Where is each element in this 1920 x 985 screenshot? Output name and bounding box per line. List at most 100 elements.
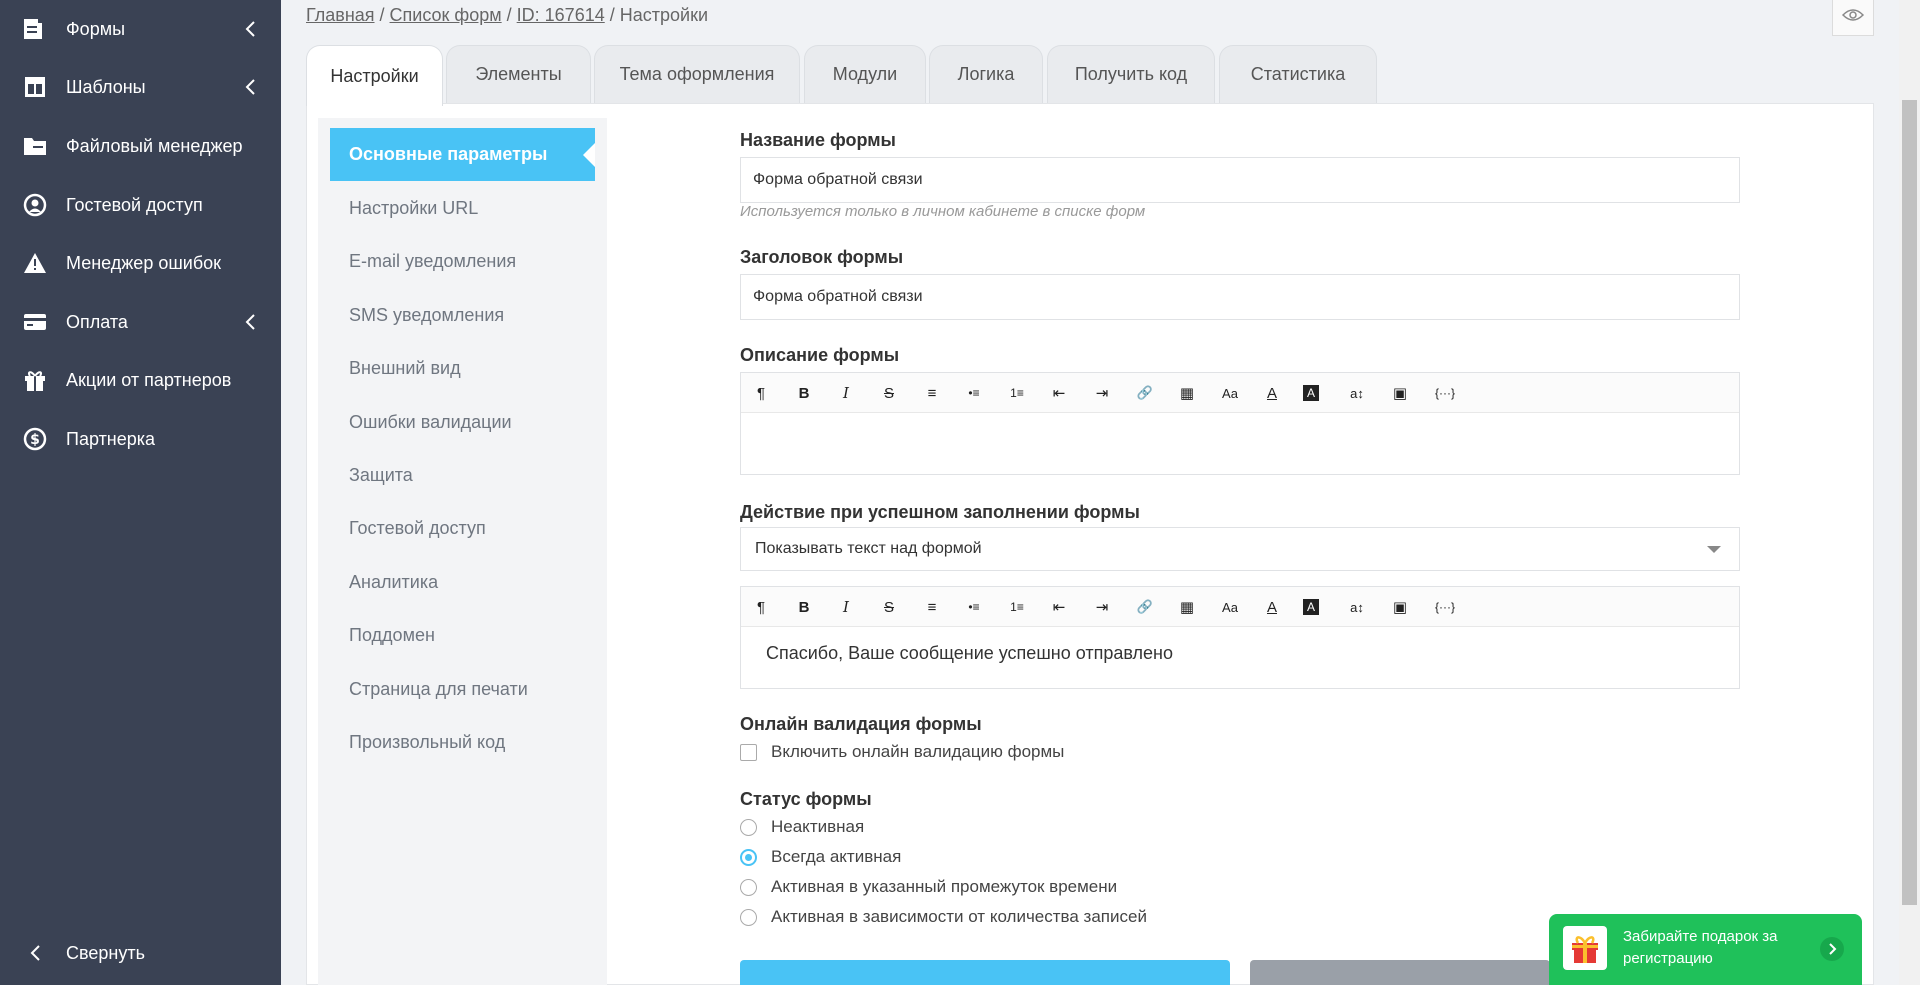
- numbered-list-icon[interactable]: 1≡: [1005, 381, 1029, 405]
- status-radio-inactive[interactable]: [740, 818, 757, 836]
- sidebar-item-label: Гостевой доступ: [66, 194, 203, 215]
- subnav-url-settings[interactable]: Настройки URL: [330, 182, 595, 235]
- collapse-button[interactable]: Свернуть: [0, 928, 281, 978]
- sidebar-item-partner-offers[interactable]: Акции от партнеров: [0, 355, 281, 405]
- chevron-right-icon[interactable]: [1820, 937, 1844, 961]
- breadcrumb-current: Настройки: [619, 5, 709, 25]
- outdent-icon[interactable]: ⇤: [1047, 381, 1071, 405]
- form-description-label: Описание формы: [740, 345, 900, 365]
- form-header-input[interactable]: Форма обратной связи: [740, 274, 1740, 320]
- italic-icon[interactable]: I: [834, 595, 858, 619]
- online-validation-checkbox[interactable]: [740, 743, 757, 761]
- tab-modules[interactable]: Модули: [804, 45, 926, 103]
- tab-settings[interactable]: Настройки: [306, 45, 443, 106]
- chevron-left-icon: [244, 312, 256, 332]
- subnav-email-notifications[interactable]: E-mail уведомления: [330, 235, 595, 288]
- status-option-time-range[interactable]: Активная в указанный промежуток времени: [740, 877, 1117, 897]
- outdent-icon[interactable]: ⇤: [1047, 595, 1071, 619]
- status-option-label: Всегда активная: [771, 847, 902, 866]
- bullet-list-icon[interactable]: •≡: [962, 381, 986, 405]
- folder-icon: [22, 133, 48, 159]
- description-editor-body[interactable]: [741, 413, 1739, 445]
- online-validation-option[interactable]: Включить онлайн валидацию формы: [740, 742, 1064, 762]
- variables-icon[interactable]: {···}: [1430, 595, 1460, 619]
- tab-statistics[interactable]: Статистика: [1219, 45, 1377, 103]
- preview-button[interactable]: [1832, 0, 1874, 36]
- sidebar-item-label: Оплата: [66, 311, 128, 332]
- indent-icon[interactable]: ⇥: [1090, 381, 1114, 405]
- svg-text:$: $: [30, 432, 40, 448]
- image-icon[interactable]: ▣: [1388, 381, 1412, 405]
- table-icon[interactable]: ▦: [1175, 595, 1199, 619]
- registration-gift-promo[interactable]: Забирайте подарок за регистрацию: [1549, 914, 1862, 985]
- subnav-guest-access[interactable]: Гостевой доступ: [330, 502, 595, 555]
- subnav-validation-errors[interactable]: Ошибки валидации: [330, 396, 595, 449]
- text-color-icon[interactable]: A: [1260, 595, 1284, 619]
- sidebar-item-error-manager[interactable]: Менеджер ошибок: [0, 238, 281, 288]
- breadcrumb-separator: /: [604, 5, 620, 25]
- subnav-custom-code[interactable]: Произвольный код: [330, 716, 595, 769]
- sidebar-item-affiliate[interactable]: $ Партнерка: [0, 414, 281, 464]
- breadcrumb-form-id[interactable]: ID: 167614: [517, 5, 605, 25]
- success-action-select[interactable]: Показывать текст над формой: [740, 527, 1740, 571]
- background-color-icon[interactable]: A: [1303, 599, 1319, 615]
- subnav-analytics[interactable]: Аналитика: [330, 556, 595, 609]
- status-radio-record-count[interactable]: [740, 908, 757, 926]
- tab-get-code[interactable]: Получить код: [1047, 45, 1215, 103]
- success-text-editor-body[interactable]: Спасибо, Ваше сообщение успешно отправле…: [741, 627, 1739, 680]
- save-button[interactable]: [740, 960, 1230, 985]
- line-height-icon[interactable]: a↕: [1345, 381, 1369, 405]
- subnav-print-page[interactable]: Страница для печати: [330, 663, 595, 716]
- paragraph-icon[interactable]: ¶: [749, 381, 773, 405]
- subnav-appearance[interactable]: Внешний вид: [330, 342, 595, 395]
- image-icon[interactable]: ▣: [1388, 595, 1412, 619]
- bold-icon[interactable]: B: [792, 595, 816, 619]
- subnav-protection[interactable]: Защита: [330, 449, 595, 502]
- warning-icon: [22, 250, 48, 276]
- paragraph-icon[interactable]: ¶: [749, 595, 773, 619]
- sidebar-item-guest-access[interactable]: Гостевой доступ: [0, 180, 281, 230]
- status-option-record-count[interactable]: Активная в зависимости от количества зап…: [740, 907, 1147, 927]
- breadcrumb-form-list[interactable]: Список форм: [390, 5, 502, 25]
- link-icon[interactable]: 🔗: [1133, 381, 1157, 405]
- tab-elements[interactable]: Элементы: [446, 45, 591, 103]
- sidebar-item-label: Менеджер ошибок: [66, 252, 222, 273]
- variables-icon[interactable]: {···}: [1430, 381, 1460, 405]
- tab-theme[interactable]: Тема оформления: [594, 45, 800, 103]
- status-radio-time-range[interactable]: [740, 878, 757, 896]
- font-size-icon[interactable]: Aa: [1218, 381, 1242, 405]
- bold-icon[interactable]: B: [792, 381, 816, 405]
- italic-icon[interactable]: I: [834, 381, 858, 405]
- link-icon[interactable]: 🔗: [1133, 595, 1157, 619]
- numbered-list-icon[interactable]: 1≡: [1005, 595, 1029, 619]
- breadcrumb-home[interactable]: Главная: [306, 5, 375, 25]
- tab-logic[interactable]: Логика: [929, 45, 1043, 103]
- status-radio-always-active[interactable]: [740, 848, 757, 866]
- sidebar-item-templates[interactable]: Шаблоны: [0, 62, 281, 112]
- text-color-icon[interactable]: A: [1260, 381, 1284, 405]
- align-left-icon[interactable]: ≡: [920, 595, 944, 619]
- table-icon[interactable]: ▦: [1175, 381, 1199, 405]
- subnav-basic-params[interactable]: Основные параметры: [330, 128, 595, 181]
- font-size-icon[interactable]: Aa: [1218, 595, 1242, 619]
- status-option-inactive[interactable]: Неактивная: [740, 817, 864, 837]
- sidebar-item-file-manager[interactable]: Файловый менеджер: [0, 121, 281, 171]
- secondary-button[interactable]: [1250, 960, 1550, 985]
- strikethrough-icon[interactable]: S: [877, 595, 901, 619]
- caret-down-icon: [1707, 546, 1721, 553]
- align-left-icon[interactable]: ≡: [920, 381, 944, 405]
- line-height-icon[interactable]: a↕: [1345, 595, 1369, 619]
- sidebar-item-forms[interactable]: Формы: [0, 4, 281, 54]
- sidebar-item-payment[interactable]: Оплата: [0, 297, 281, 347]
- scrollbar-thumb[interactable]: [1902, 100, 1917, 905]
- strikethrough-icon[interactable]: S: [877, 381, 901, 405]
- background-color-icon[interactable]: A: [1303, 385, 1319, 401]
- status-option-always-active[interactable]: Всегда активная: [740, 847, 901, 867]
- status-option-label: Активная в указанный промежуток времени: [771, 877, 1118, 896]
- subnav-subdomain[interactable]: Поддомен: [330, 609, 595, 662]
- form-name-input[interactable]: Форма обратной связи: [740, 157, 1740, 203]
- subnav-sms-notifications[interactable]: SMS уведомления: [330, 289, 595, 342]
- user-circle-icon: [22, 192, 48, 218]
- bullet-list-icon[interactable]: •≡: [962, 595, 986, 619]
- indent-icon[interactable]: ⇥: [1090, 595, 1114, 619]
